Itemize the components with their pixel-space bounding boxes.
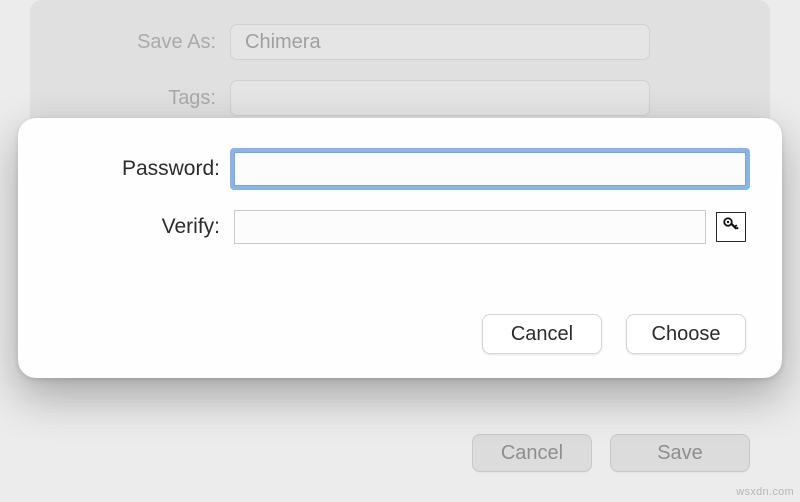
password-modal: Password: Verify: Cancel Choose [18, 118, 782, 378]
sheet-save-button: Save [610, 434, 750, 472]
cancel-button[interactable]: Cancel [482, 314, 602, 354]
password-label: Password: [54, 157, 234, 181]
key-icon [722, 216, 740, 239]
save-as-input [230, 24, 650, 60]
watermark: wsxdn.com [736, 486, 794, 498]
verify-input[interactable] [234, 210, 706, 244]
sheet-cancel-button: Cancel [472, 434, 592, 472]
password-assistant-button[interactable] [716, 212, 746, 242]
save-as-label: Save As: [30, 31, 230, 54]
tags-label: Tags: [30, 87, 230, 110]
tags-input [230, 80, 650, 116]
save-sheet-footer: Cancel Save [472, 434, 750, 472]
verify-label: Verify: [54, 215, 234, 239]
password-input[interactable] [234, 152, 746, 186]
choose-button[interactable]: Choose [626, 314, 746, 354]
